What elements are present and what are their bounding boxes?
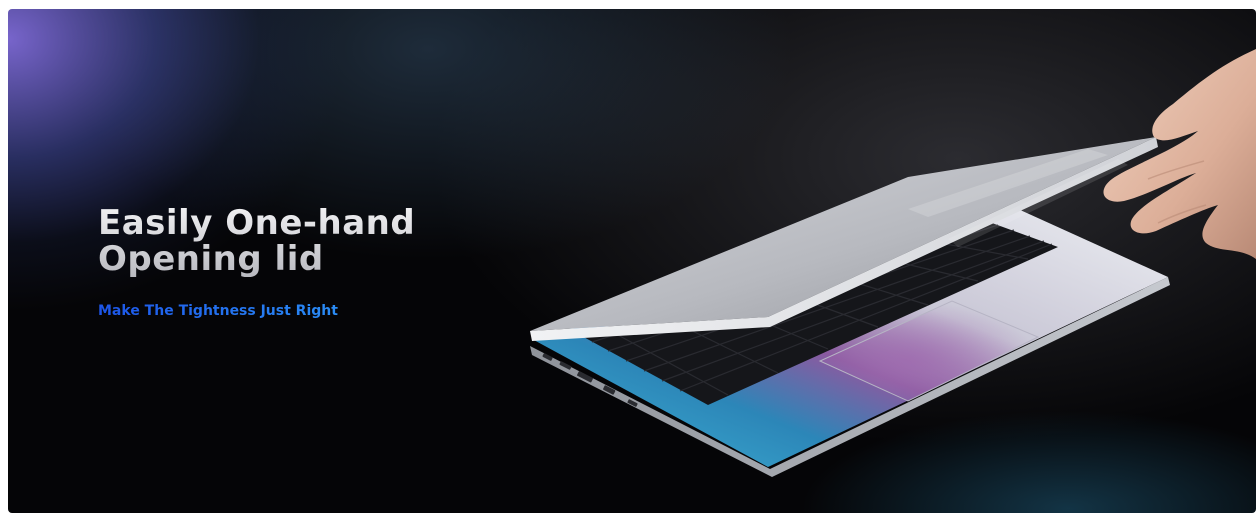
subheadline: Make The Tightness Just Right [98,303,338,319]
laptop-illustration [530,49,1256,477]
headline-line-2: Opening lid [98,239,324,279]
product-banner: Easily One-hand Opening lid Make The Tig… [8,9,1256,513]
headline-line-1: Easily One-hand [98,203,416,243]
headline: Easily One-hand Opening lid [98,205,415,277]
